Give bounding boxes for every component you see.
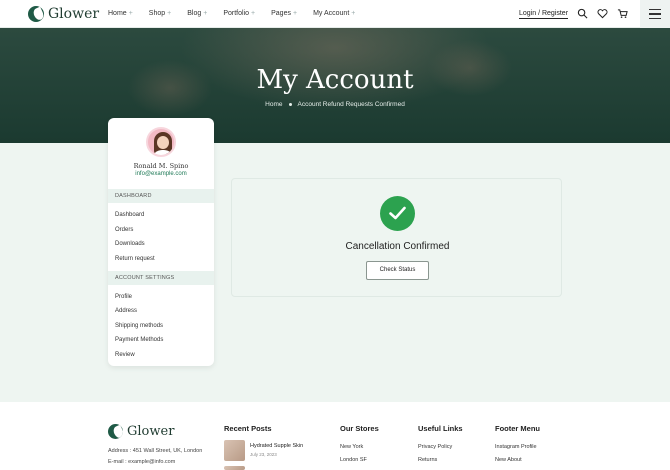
sidebar-item-profile[interactable]: Profile — [115, 294, 132, 300]
sidebar-item-downloads[interactable]: Downloads — [115, 241, 145, 247]
cart-icon[interactable] — [617, 8, 628, 19]
check-status-button[interactable]: Check Status — [366, 261, 429, 280]
breadcrumb-current: Account Refund Requests Confirmed — [297, 101, 405, 108]
site-footer: Glower Address : 451 Wall Street, UK, Lo… — [0, 402, 670, 470]
sidebar-item-return-request[interactable]: Return request — [115, 256, 155, 262]
sidebar-item-review[interactable]: Review — [115, 352, 135, 358]
post-date: July 23, 2023 — [250, 452, 277, 457]
sidebar-item-dashboard[interactable]: Dashboard — [115, 212, 144, 218]
page-title: My Account — [256, 65, 414, 95]
confirmation-card: Cancellation Confirmed Check Status — [231, 178, 562, 297]
leaf-logo-icon — [108, 424, 123, 439]
breadcrumb-home[interactable]: Home — [265, 101, 282, 108]
footer-menu-heading: Footer Menu — [495, 424, 540, 433]
post-thumbnail[interactable] — [224, 466, 245, 470]
footer-brand-name: Glower — [127, 424, 175, 439]
nav-item-shop[interactable]: Shop + — [149, 10, 171, 17]
useful-link[interactable]: Returns — [418, 457, 437, 463]
post-title[interactable]: Hydrated Supple Skin — [250, 443, 303, 449]
store-link[interactable]: London SF — [340, 457, 367, 463]
nav-item-pages[interactable]: Pages + — [271, 10, 297, 17]
nav-item-home[interactable]: Home + — [108, 10, 133, 17]
footer-email: E-mail : example@info.com — [108, 459, 176, 465]
nav-item-portfolio[interactable]: Portfolio + — [223, 10, 255, 17]
footer-logo[interactable]: Glower — [108, 424, 174, 439]
sidebar-item-payment-methods[interactable]: Payment Methods — [115, 337, 163, 343]
confirmation-message: Cancellation Confirmed — [345, 241, 450, 252]
login-register-link[interactable]: Login / Register — [519, 10, 569, 19]
nav-item-my-account[interactable]: My Account + — [313, 10, 355, 17]
user-email[interactable]: info@example.com — [108, 171, 214, 177]
leaf-logo-icon — [28, 6, 44, 22]
check-circle-icon — [380, 196, 415, 231]
useful-links-heading: Useful Links — [418, 424, 463, 433]
top-navbar: Glower Home + Shop + Blog + Portfolio + Page… — [0, 0, 670, 28]
useful-link[interactable]: Privacy Policy — [418, 444, 452, 450]
heart-icon[interactable] — [597, 8, 608, 19]
nav-item-blog[interactable]: Blog + — [187, 10, 207, 17]
dashboard-heading: DASHBOARD — [108, 189, 214, 203]
sidebar-item-orders[interactable]: Orders — [115, 227, 133, 233]
recent-posts-heading: Recent Posts — [224, 424, 272, 433]
main-nav: Home + Shop + Blog + Portfolio + Pages + My A… — [108, 10, 355, 17]
account-sidebar: Ronald M. Spino info@example.com DASHBOA… — [108, 118, 214, 366]
brand-name: Glower — [48, 6, 100, 22]
user-name: Ronald M. Spino — [133, 162, 189, 170]
hero-banner: My Account Home Account Refund Requests C… — [0, 28, 670, 143]
breadcrumb: Home Account Refund Requests Confirmed — [0, 101, 670, 108]
hamburger-menu-button[interactable] — [640, 0, 670, 28]
post-thumbnail[interactable] — [224, 440, 245, 461]
search-icon[interactable] — [577, 8, 588, 19]
footer-menu-link[interactable]: Instagram Profile — [495, 444, 537, 450]
footer-address: Address : 451 Wall Street, UK, London — [108, 448, 203, 454]
store-link[interactable]: New York — [340, 444, 363, 450]
our-stores-heading: Our Stores — [340, 424, 379, 433]
avatar — [146, 127, 176, 157]
footer-menu-link[interactable]: New About — [495, 457, 522, 463]
sidebar-item-shipping-methods[interactable]: Shipping methods — [115, 323, 163, 329]
sidebar-item-address[interactable]: Address — [115, 308, 137, 314]
header-icons — [577, 8, 628, 19]
account-settings-heading: ACCOUNT SETTINGS — [108, 271, 214, 285]
brand-logo[interactable]: Glower — [28, 6, 99, 22]
